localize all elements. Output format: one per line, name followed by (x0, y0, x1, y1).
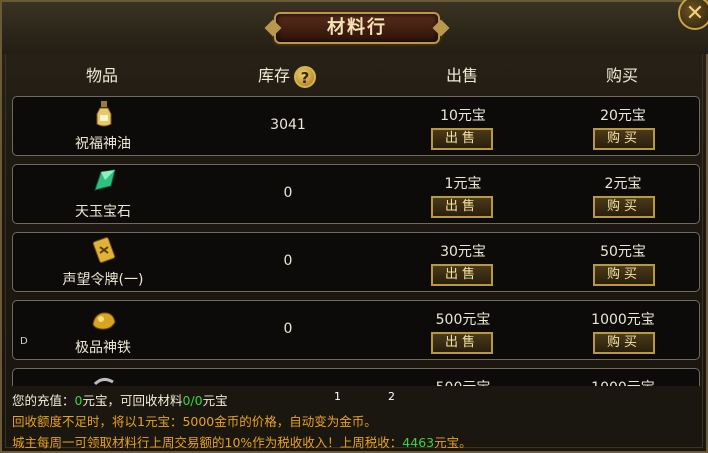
ore-icon (93, 377, 114, 386)
sell-price: 500元宝 (403, 377, 523, 386)
sell-button[interactable]: 出售 (431, 332, 493, 354)
item-stock: 3041 (270, 117, 306, 133)
buy-price: 2元宝 (604, 176, 642, 192)
page-1[interactable]: 1 (334, 390, 341, 403)
buy-price: 1000元宝 (563, 377, 683, 386)
buy-button[interactable]: 购买 (593, 128, 655, 150)
item-stock: 0 (283, 253, 293, 269)
window-title: 材料行 (274, 12, 440, 44)
item-row: 祝福神油 3041 10元宝 20元宝 出售 购买 (12, 96, 700, 156)
item-row: 天玉宝石 0 1元宝 2元宝 出售 购买 (12, 164, 700, 224)
sell-button[interactable]: 出售 (431, 264, 493, 286)
header-item: 物品 (85, 66, 118, 85)
header-sell: 出售 (445, 66, 478, 85)
item-name: 声望令牌(一) (62, 272, 144, 288)
header-stock-label: 库存 (257, 66, 290, 85)
item-row: 声望令牌(一) 0 30元宝 50元宝 出售 购买 (12, 232, 700, 292)
item-name: 极品神铁 (75, 340, 131, 356)
sell-price: 1元宝 (444, 176, 482, 192)
item-row: 极品神铁 0 500元宝 1000元宝 出售 购买 (12, 300, 700, 360)
tax-suffix: 元宝。 (434, 435, 472, 450)
item-row: 500元宝 1000元宝 出售 购买 (12, 368, 700, 386)
sell-button[interactable]: 出售 (431, 128, 493, 150)
currency-label: 元宝 (202, 393, 228, 408)
sell-price: 30元宝 (440, 244, 486, 260)
buy-button[interactable]: 购买 (593, 264, 655, 286)
item-stock: 0 (283, 321, 293, 337)
oil-bottle-icon (96, 101, 112, 127)
sell-button[interactable]: 出售 (431, 196, 493, 218)
tax-notice: 城主每周一可领取材料行上周交易额的10%作为税收收入！上周税收：4463元宝。 (12, 432, 472, 451)
recyclable-value: 0/0 (182, 393, 203, 408)
header-stock: 库存? (202, 60, 372, 92)
material-shop-window: 材料行 ✕ 物品 库存? 出售 购买 祝福神油 3041 10元宝 20元宝 出… (0, 0, 708, 453)
item-list[interactable]: 祝福神油 3041 10元宝 20元宝 出售 购买 天玉宝石 0 1元宝 2元宝… (12, 96, 700, 386)
gold-ore-icon (92, 312, 116, 330)
close-button[interactable]: ✕ (678, 0, 708, 30)
buy-price: 1000元宝 (591, 312, 655, 328)
buy-price: 20元宝 (600, 108, 646, 124)
side-marker: D (20, 336, 28, 347)
recharge-label: 您的充值： (12, 393, 75, 408)
close-icon: ✕ (685, 1, 705, 26)
tax-label: 城主每周一可领取材料行上周交易额的10%作为税收收入！上周税收： (12, 435, 403, 450)
tax-value: 4463 (402, 435, 435, 450)
help-icon[interactable]: ? (294, 65, 316, 88)
item-name: 祝福神油 (75, 136, 131, 152)
item-name: 天玉宝石 (75, 204, 131, 220)
table-header: 物品 库存? 出售 购买 (12, 60, 700, 92)
buy-button[interactable]: 购买 (593, 196, 655, 218)
item-stock: 0 (283, 185, 293, 201)
buy-button[interactable]: 购买 (593, 332, 655, 354)
green-gem-icon (94, 169, 116, 191)
sell-price: 10元宝 (440, 108, 486, 124)
token-card-icon (92, 236, 116, 264)
sell-price: 500元宝 (435, 312, 491, 328)
buy-price: 50元宝 (600, 244, 646, 260)
recyclable-label: 元宝，可回收材料 (82, 393, 183, 408)
recharge-line: 您的充值：0元宝，可回收材料0/0元宝 (12, 390, 228, 409)
footer-info: 您的充值：0元宝，可回收材料0/0元宝 1 2 回收额度不足时，将以1元宝：50… (12, 388, 700, 450)
header-buy: 购买 (605, 66, 638, 85)
page-2[interactable]: 2 (388, 390, 395, 403)
recycle-notice: 回收额度不足时，将以1元宝：5000金币的价格，自动变为金币。 (12, 414, 377, 429)
